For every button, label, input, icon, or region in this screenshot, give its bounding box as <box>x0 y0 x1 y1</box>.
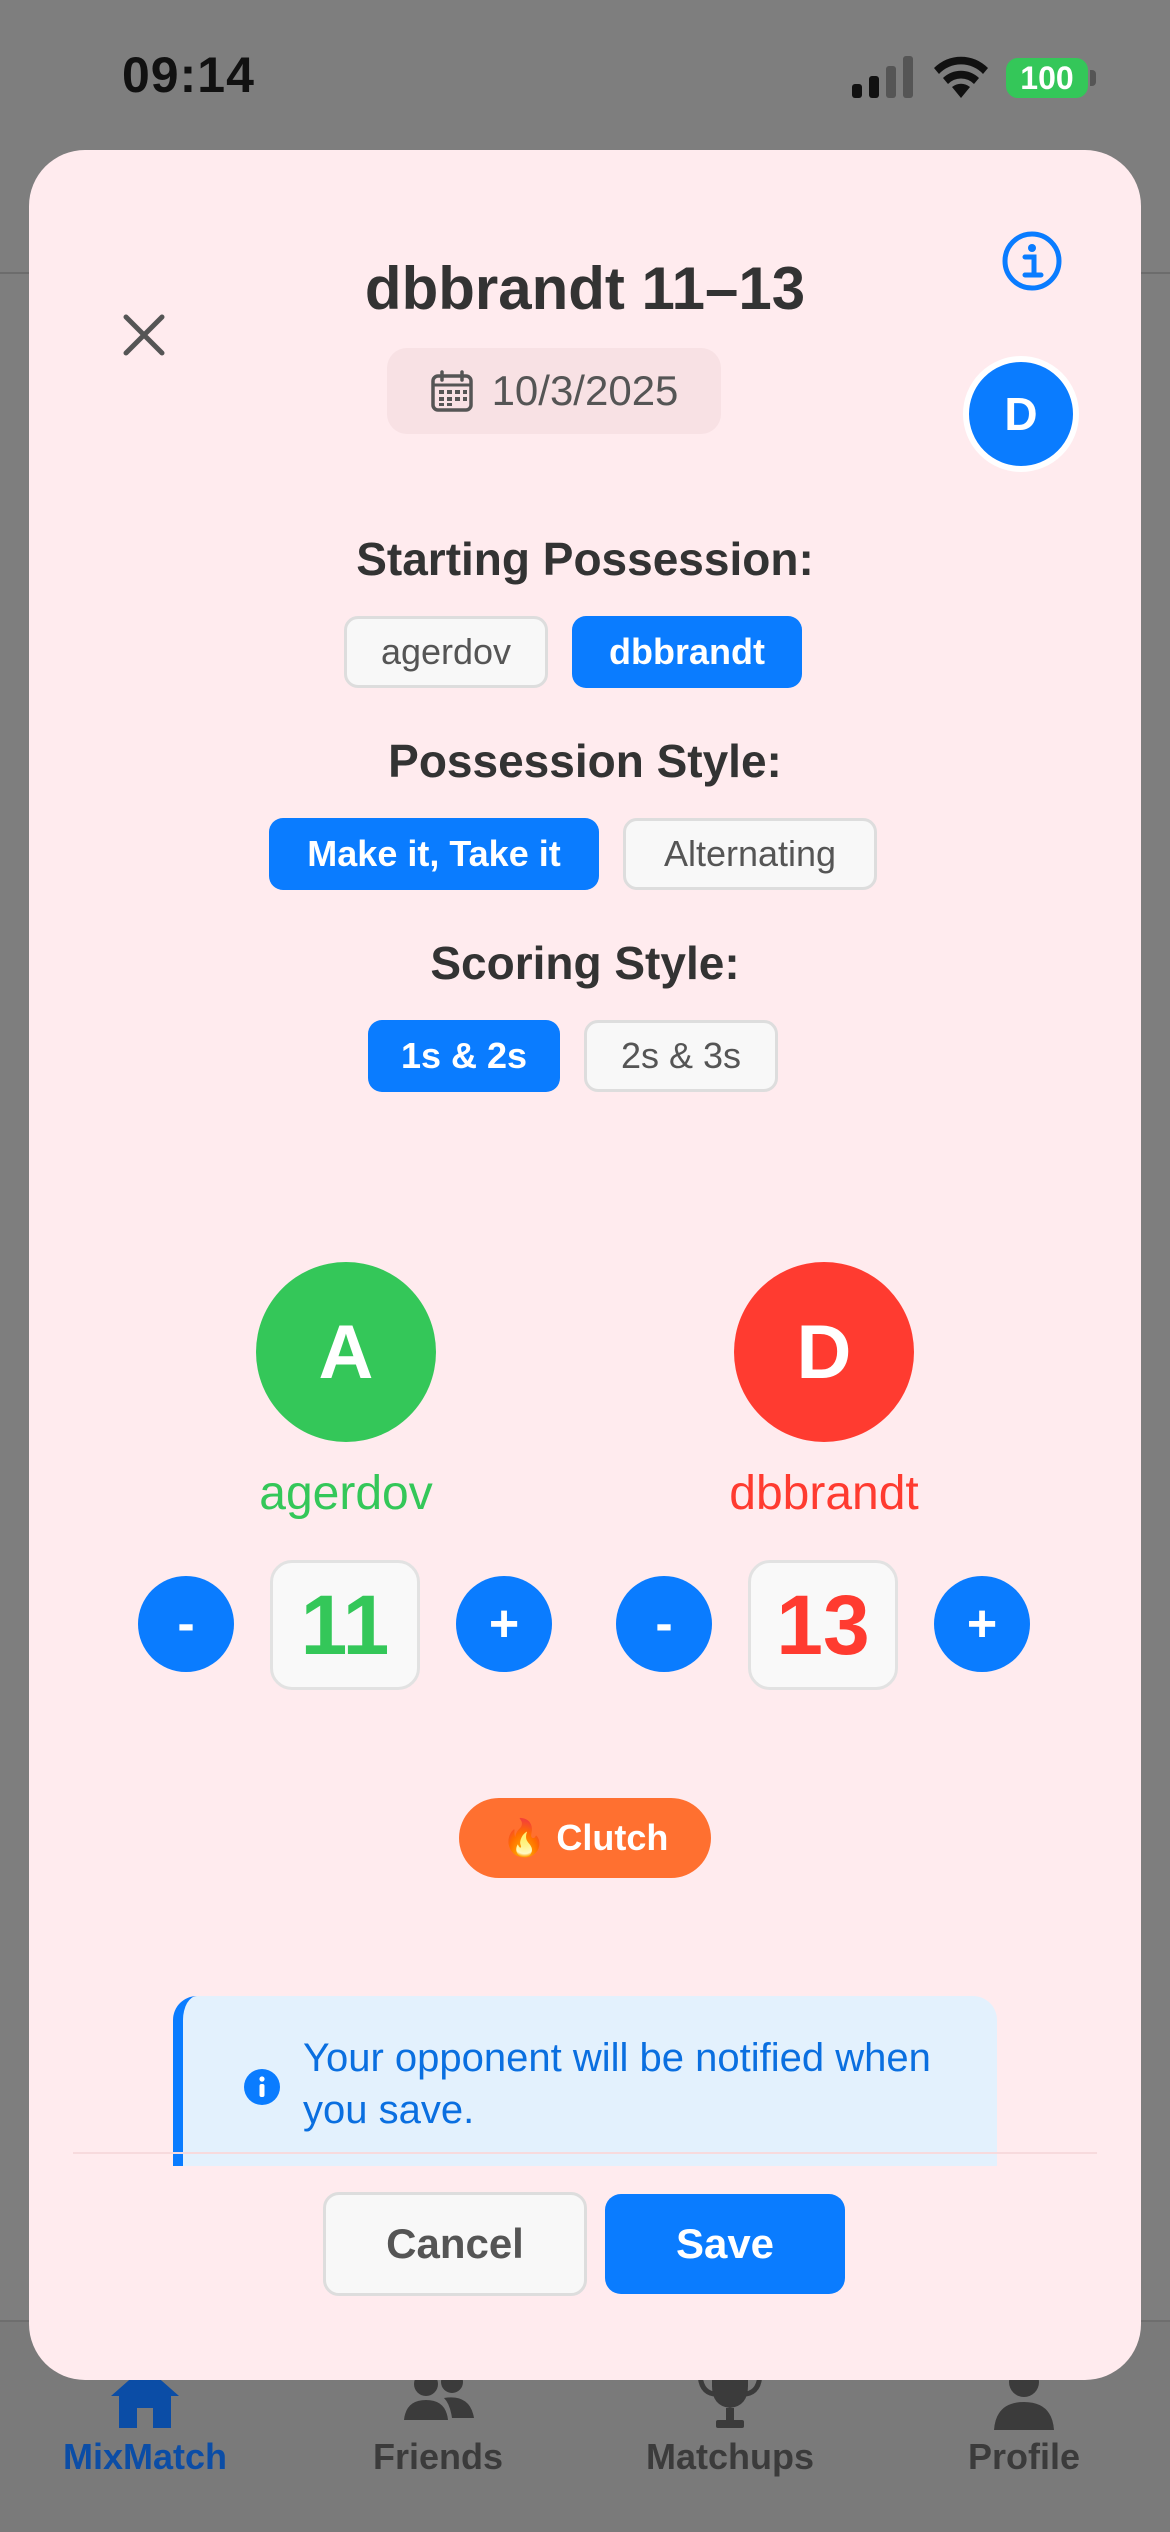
tab-label: MixMatch <box>62 2436 228 2477</box>
cancel-button[interactable]: Cancel <box>323 2192 587 2296</box>
scoring-style-option[interactable]: 2s & 3s <box>584 1020 778 1092</box>
page-title: dbbrandt 11–13 <box>364 255 806 322</box>
save-button[interactable]: Save <box>605 2194 845 2294</box>
tab-label: Matchups <box>645 2436 814 2477</box>
increment-score-dbbrandt-button[interactable]: + <box>934 1576 1030 1672</box>
fire-icon: 🔥 <box>501 1817 547 1858</box>
increment-score-agerdov-button[interactable]: + <box>456 1576 552 1672</box>
clutch-badge: 🔥 Clutch <box>459 1798 711 1878</box>
possession-style-label: Possession Style: <box>388 735 782 787</box>
date-value: 10/3/2025 <box>491 367 679 414</box>
status-bar: 09:14 100 <box>0 0 1170 150</box>
calendar-icon <box>430 370 473 412</box>
battery-tip <box>1090 70 1096 86</box>
possession-style-option[interactable]: Alternating <box>623 818 877 890</box>
player-name-agerdov: agerdov <box>259 1467 433 1520</box>
notice-text: Your opponent will be notified when you … <box>303 2036 931 2132</box>
battery-indicator: 100 <box>1006 58 1088 98</box>
footer-divider <box>73 2152 1097 2154</box>
info-circle-icon <box>244 2069 280 2105</box>
scoring-style-label: Scoring Style: <box>430 937 740 989</box>
info-notice: Your opponent will be notified when you … <box>173 1996 997 2166</box>
tab-label: Friends <box>372 2436 504 2477</box>
starting-possession-option-selected[interactable]: dbbrandt <box>572 616 802 688</box>
possession-style-option-selected[interactable]: Make it, Take it <box>269 818 599 890</box>
avatar[interactable]: D <box>963 356 1079 472</box>
status-time: 09:14 <box>122 47 255 103</box>
decrement-score-agerdov-button[interactable]: - <box>138 1576 234 1672</box>
edit-game-modal: D dbbrandt 11–13 10/3/2025 Starting Poss… <box>29 150 1141 2380</box>
clutch-label: Clutch <box>556 1817 669 1858</box>
starting-possession-option[interactable]: agerdov <box>344 616 548 688</box>
date-picker[interactable]: 10/3/2025 <box>387 348 721 434</box>
wifi-icon <box>934 56 988 98</box>
score-dbbrandt[interactable]: 13 <box>748 1560 898 1690</box>
player-avatar-dbbrandt: D <box>734 1262 914 1442</box>
decrement-score-dbbrandt-button[interactable]: - <box>616 1576 712 1672</box>
player-name-dbbrandt: dbbrandt <box>729 1467 919 1520</box>
score-agerdov[interactable]: 11 <box>270 1560 420 1690</box>
tab-label: Profile <box>967 2436 1081 2477</box>
player-avatar-agerdov: A <box>256 1262 436 1442</box>
scoring-style-option-selected[interactable]: 1s & 2s <box>368 1020 560 1092</box>
cellular-signal-icon <box>852 56 913 98</box>
starting-possession-label: Starting Possession: <box>356 533 814 585</box>
